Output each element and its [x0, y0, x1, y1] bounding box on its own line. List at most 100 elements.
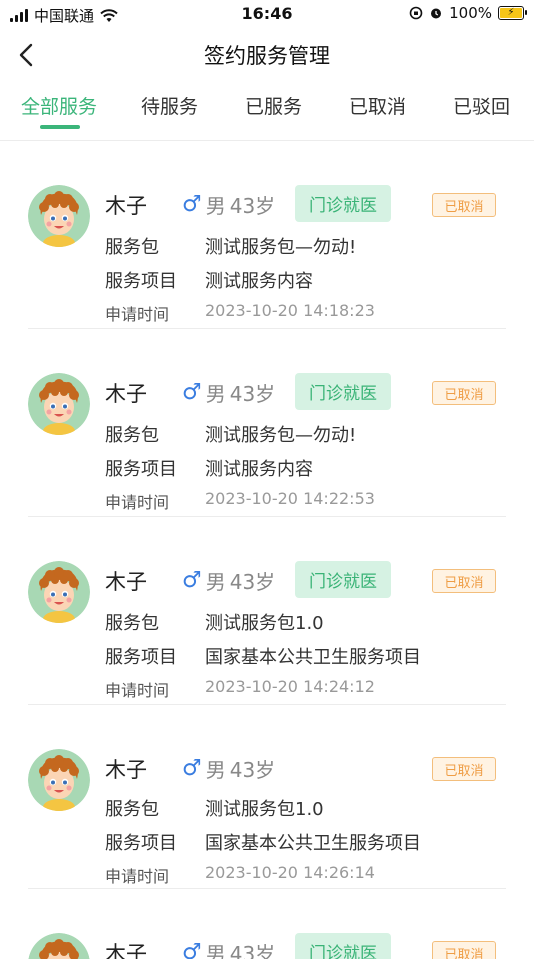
avatar [28, 373, 90, 435]
male-icon: ♂ [182, 756, 202, 781]
gender-age: ♂ 男 43岁 [182, 938, 275, 959]
age-label: 43岁 [229, 382, 276, 406]
apply-time-label: 申请时间 [105, 305, 170, 324]
avatar-image [28, 933, 90, 959]
item-label: 服务项目 [105, 833, 177, 854]
tab-served[interactable]: 已服务 [245, 92, 302, 119]
package-label: 服务包 [105, 237, 159, 258]
patient-name: 木子 [105, 758, 147, 782]
service-card[interactable]: 木子 ♂ 男 43岁 门诊就医 已取消 服务包 测试服务包—勿动! 服务项目 测试服务内… [0, 329, 534, 517]
tab-pending[interactable]: 待服务 [141, 92, 198, 119]
package-row: 服务包 测试服务包—勿动! [105, 421, 356, 447]
item-row: 服务项目 国家基本公共卫生服务项目 [105, 643, 421, 669]
avatar [28, 561, 90, 623]
patient-name: 木子 [105, 570, 147, 594]
service-card[interactable]: 木子 ♂ 男 43岁 门诊就医 已取消 服务包 测试服务包—勿动! 服务项目 测试服务内… [0, 141, 534, 329]
apply-time-label: 申请时间 [105, 867, 170, 886]
avatar [28, 933, 90, 959]
package-label: 服务包 [105, 613, 159, 634]
status-bar-right: 100% ⚡ [409, 4, 527, 22]
patient-name: 木子 [105, 382, 147, 406]
apply-time-row: 申请时间 2023-10-20 14:18:23 [105, 301, 375, 325]
gender-label: 男 [205, 382, 226, 406]
battery-percent: 100% [449, 4, 492, 22]
gender-label: 男 [205, 942, 226, 959]
tab-rejected[interactable]: 已驳回 [453, 92, 510, 119]
active-tab-indicator [40, 125, 80, 129]
apply-time-row: 申请时间 2023-10-20 14:26:14 [105, 863, 375, 887]
age-label: 43岁 [229, 758, 276, 782]
age-label: 43岁 [229, 570, 276, 594]
apply-time-value: 2023-10-20 14:22:53 [205, 489, 375, 508]
alarm-icon [431, 8, 442, 19]
item-value: 测试服务内容 [205, 271, 313, 292]
apply-time-value: 2023-10-20 14:18:23 [205, 301, 375, 320]
apply-time-row: 申请时间 2023-10-20 14:22:53 [105, 489, 375, 513]
service-card[interactable]: 木子 ♂ 男 43岁 门诊就医 已取消 [0, 889, 534, 959]
item-value: 国家基本公共卫生服务项目 [205, 833, 421, 854]
male-icon: ♂ [182, 380, 202, 405]
service-type-tag: 门诊就医 [295, 373, 391, 410]
item-row: 服务项目 测试服务内容 [105, 267, 313, 293]
apply-time-value: 2023-10-20 14:24:12 [205, 677, 375, 696]
service-type-tag: 门诊就医 [295, 185, 391, 222]
age-label: 43岁 [229, 942, 276, 959]
nav-bar: 签约服务管理 [0, 28, 534, 80]
package-label: 服务包 [105, 799, 159, 820]
avatar [28, 749, 90, 811]
package-value: 测试服务包—勿动! [205, 237, 357, 258]
male-icon: ♂ [182, 568, 202, 593]
item-value: 测试服务内容 [205, 459, 313, 480]
service-card[interactable]: 木子 ♂ 男 43岁 门诊就医 已取消 服务包 测试服务包1.0 服务项目 国家基本公共… [0, 517, 534, 705]
avatar-image [28, 749, 90, 811]
service-record-list: 木子 ♂ 男 43岁 门诊就医 已取消 服务包 测试服务包—勿动! 服务项目 测试服务内… [0, 141, 534, 959]
avatar-image [28, 185, 90, 247]
item-row: 服务项目 国家基本公共卫生服务项目 [105, 829, 421, 855]
avatar [28, 185, 90, 247]
status-badge: 已取消 [432, 381, 496, 405]
item-label: 服务项目 [105, 459, 177, 480]
status-bar: 中国联通 16:46 100% ⚡ [0, 0, 534, 28]
age-label: 43岁 [229, 194, 276, 218]
apply-time-value: 2023-10-20 14:26:14 [205, 863, 375, 882]
service-type-tag: 门诊就医 [295, 933, 391, 959]
tab-bar: 全部服务 待服务 已服务 已取消 已驳回 [0, 80, 534, 141]
gender-age: ♂ 男 43岁 [182, 190, 275, 219]
avatar-image [28, 561, 90, 623]
gender-label: 男 [205, 570, 226, 594]
item-value: 国家基本公共卫生服务项目 [205, 647, 421, 668]
page-title: 签约服务管理 [204, 44, 330, 68]
item-row: 服务项目 测试服务内容 [105, 455, 313, 481]
package-value: 测试服务包1.0 [205, 613, 324, 634]
status-badge: 已取消 [432, 757, 496, 781]
gender-label: 男 [205, 194, 226, 218]
package-label: 服务包 [105, 425, 159, 446]
item-label: 服务项目 [105, 271, 177, 292]
apply-time-label: 申请时间 [105, 681, 170, 700]
gender-age: ♂ 男 43岁 [182, 566, 275, 595]
package-row: 服务包 测试服务包1.0 [105, 795, 324, 821]
item-label: 服务项目 [105, 647, 177, 668]
status-badge: 已取消 [432, 193, 496, 217]
package-value: 测试服务包1.0 [205, 799, 324, 820]
patient-name: 木子 [105, 942, 147, 959]
apply-time-row: 申请时间 2023-10-20 14:24:12 [105, 677, 375, 701]
service-card[interactable]: 木子 ♂ 男 43岁 已取消 服务包 测试服务包1.0 服务项目 国家基本公共卫生服务项… [0, 705, 534, 889]
gender-age: ♂ 男 43岁 [182, 378, 275, 407]
apply-time-label: 申请时间 [105, 493, 170, 512]
status-badge: 已取消 [432, 941, 496, 959]
tab-all-services[interactable]: 全部服务 [21, 92, 97, 119]
gender-age: ♂ 男 43岁 [182, 754, 275, 783]
package-value: 测试服务包—勿动! [205, 425, 357, 446]
gender-label: 男 [205, 758, 226, 782]
package-row: 服务包 测试服务包—勿动! [105, 233, 356, 259]
avatar-image [28, 373, 90, 435]
package-row: 服务包 测试服务包1.0 [105, 609, 324, 635]
tab-cancelled[interactable]: 已取消 [349, 92, 406, 119]
battery-icon: ⚡ [498, 6, 527, 20]
orientation-lock-icon [409, 6, 423, 20]
patient-name: 木子 [105, 194, 147, 218]
service-type-tag: 门诊就医 [295, 561, 391, 598]
male-icon: ♂ [182, 192, 202, 217]
status-badge: 已取消 [432, 569, 496, 593]
